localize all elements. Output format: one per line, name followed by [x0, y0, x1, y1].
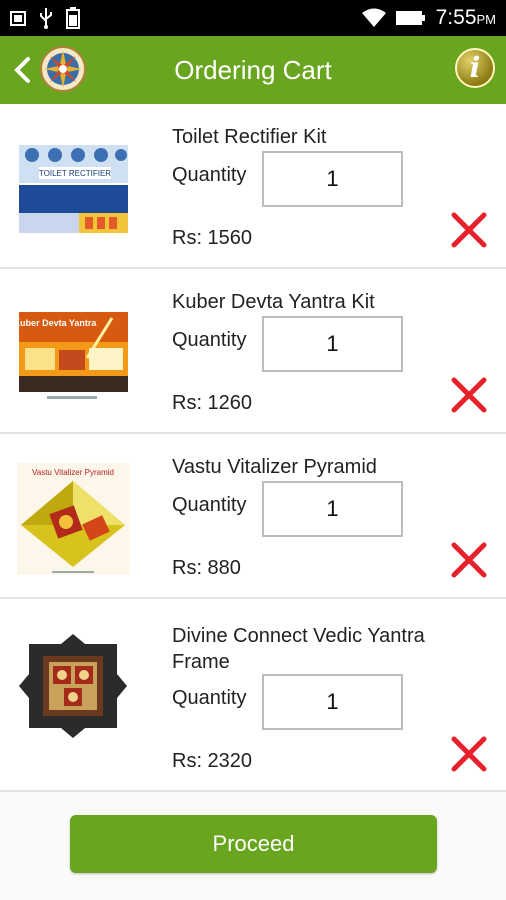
- quantity-input[interactable]: [262, 481, 403, 537]
- thumb-label: TOILET RECTIFIER: [39, 169, 111, 178]
- usb-icon: [40, 8, 52, 29]
- product-image-vastu-pyramid: Vastu Vitalizer Pyramid: [17, 463, 130, 575]
- wifi-icon: [361, 8, 386, 27]
- delete-x-icon[interactable]: [451, 836, 487, 872]
- quantity-label: Quantity: [172, 687, 247, 709]
- delete-x-icon[interactable]: [451, 212, 487, 248]
- product-image-kuber-devta: Kuber Devta Yantra: [17, 298, 130, 410]
- thumb-label: Kuber Devta Yantra: [17, 318, 97, 328]
- clock-time: 7:55: [435, 6, 477, 29]
- delete-x-icon[interactable]: [451, 377, 487, 413]
- battery-icon: [66, 7, 80, 29]
- quantity-label: Quantity: [172, 164, 247, 186]
- cart-item: Kuber Devta Yantra Kuber Devta Yantra Ki…: [0, 269, 506, 434]
- clock-ampm: PM: [476, 12, 497, 27]
- quantity-input[interactable]: [262, 151, 403, 207]
- quantity-input[interactable]: [262, 674, 403, 730]
- cart-item: Divine Connect Vedic Yantra Frame Quanti…: [0, 599, 506, 792]
- product-image-toilet-rectifier: TOILET RECTIFIER: [17, 133, 130, 245]
- clock: 7:55PM: [436, 6, 496, 30]
- proceed-button[interactable]: Proceed: [70, 815, 437, 873]
- notification-square-icon: [10, 11, 26, 26]
- thumb-label: Vastu Vitalizer Pyramid: [32, 468, 114, 477]
- status-bar: 7:55PM: [0, 0, 506, 36]
- delete-x-icon[interactable]: [451, 542, 487, 578]
- product-name: Kuber Devta Yantra Kit: [172, 291, 375, 313]
- info-icon[interactable]: i: [455, 48, 495, 88]
- product-name: Divine Connect Vedic Yantra Frame: [172, 625, 425, 673]
- cart-item: TOILET RECTIFIER Toilet Rectifier Kit Qu…: [0, 104, 506, 269]
- product-price: Rs: 1560: [172, 227, 253, 249]
- product-name: Vastu Vitalizer Pyramid: [172, 456, 377, 478]
- product-price: Rs: 2320: [172, 750, 253, 772]
- product-image-divine-connect: [17, 630, 130, 742]
- product-price: Rs: 880: [172, 557, 241, 579]
- delete-x-icon[interactable]: [451, 736, 487, 772]
- battery-full-icon: [395, 11, 425, 25]
- page-title: Ordering Cart: [174, 55, 332, 85]
- quantity-input[interactable]: [262, 316, 403, 372]
- quantity-label: Quantity: [172, 329, 247, 351]
- product-name: Toilet Rectifier Kit: [172, 126, 327, 148]
- app-bar: Ordering Cart i: [0, 36, 506, 104]
- cart-item: Vastu Vitalizer Pyramid Vastu Vitalizer …: [0, 434, 506, 599]
- product-price: Rs: 1260: [172, 392, 253, 414]
- quantity-label: Quantity: [172, 494, 247, 516]
